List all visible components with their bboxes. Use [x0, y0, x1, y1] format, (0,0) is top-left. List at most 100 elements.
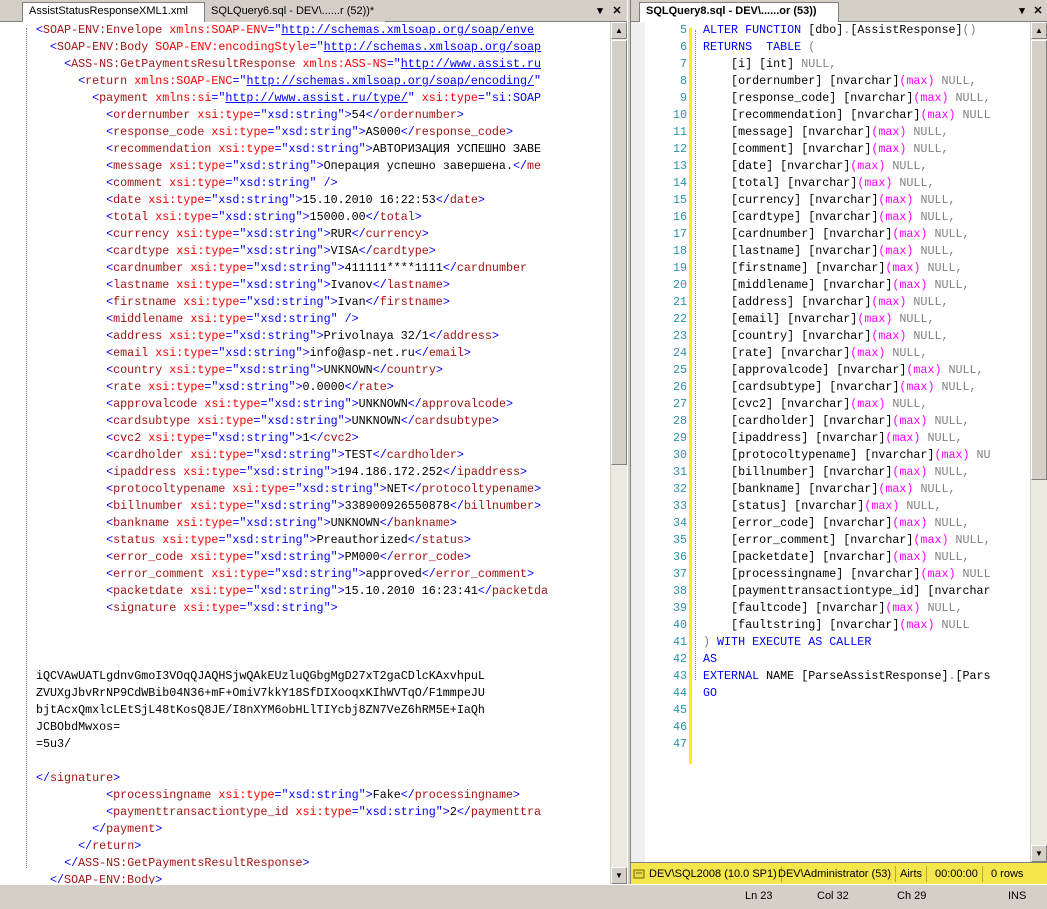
code-line[interactable]: </payment>: [36, 821, 548, 838]
code-line[interactable]: [message] [nvarchar](max) NULL,: [703, 124, 991, 141]
sql-editor[interactable]: 5 6 7 8 9 10 11 12 13 14 15 16 17 18 19 20 21 22 23 24 25 26 2…: [631, 22, 1047, 884]
vertical-scrollbar[interactable]: ▲ ▼: [610, 22, 627, 884]
tab-sqlquery6[interactable]: SQLQuery6.sql - DEV\......r (52))*: [205, 3, 385, 22]
scroll-thumb[interactable]: [611, 40, 627, 465]
code-line[interactable]: <return xmlns:SOAP-ENC="http://schemas.x…: [36, 73, 548, 90]
code-line[interactable]: [36, 651, 548, 668]
vertical-scrollbar[interactable]: ▲ ▼: [1030, 22, 1047, 862]
code-line[interactable]: <bankname xsi:type="xsd:string">UNKNOWN<…: [36, 515, 548, 532]
code-line[interactable]: </signature>: [36, 770, 548, 787]
code-line[interactable]: [protocoltypename] [nvarchar](max) NU: [703, 447, 991, 464]
scroll-thumb[interactable]: [1031, 40, 1047, 480]
code-line[interactable]: bjtAcxQmxlcLEtSjL48tKosQ8JE/I8nXYM6obHLl…: [36, 702, 548, 719]
chevron-down-icon[interactable]: ▾: [1015, 4, 1029, 18]
scroll-up-arrow-icon[interactable]: ▲: [1031, 22, 1047, 39]
scroll-down-arrow-icon[interactable]: ▼: [1031, 845, 1047, 862]
code-line[interactable]: <SOAP-ENV:Envelope xmlns:SOAP-ENV="http:…: [36, 22, 548, 39]
code-line[interactable]: [comment] [nvarchar](max) NULL,: [703, 141, 991, 158]
code-line[interactable]: ZVUXgJbvRrNP9CdWBib04N36+mF+OmiV7kkY18Sf…: [36, 685, 548, 702]
code-line[interactable]: [processingname] [nvarchar](max) NULL: [703, 566, 991, 583]
code-line[interactable]: [status] [nvarchar](max) NULL,: [703, 498, 991, 515]
code-line[interactable]: [36, 617, 548, 634]
close-icon[interactable]: ✕: [1031, 4, 1045, 18]
code-line[interactable]: [email] [nvarchar](max) NULL,: [703, 311, 991, 328]
code-line[interactable]: <SOAP-ENV:Body SOAP-ENV:encodingStyle="h…: [36, 39, 548, 56]
code-line[interactable]: <cvc2 xsi:type="xsd:string">1</cvc2>: [36, 430, 548, 447]
code-line[interactable]: [billnumber] [nvarchar](max) NULL,: [703, 464, 991, 481]
code-line[interactable]: [cvc2] [nvarchar](max) NULL,: [703, 396, 991, 413]
code-line[interactable]: <ordernumber xsi:type="xsd:string">54</o…: [36, 107, 548, 124]
code-line[interactable]: EXTERNAL NAME [ParseAssistResponse].[Par…: [703, 668, 991, 685]
tab-assist-status-response-xml[interactable]: AssistStatusResponseXML1.xml: [22, 2, 205, 23]
code-line[interactable]: <total xsi:type="xsd:string">15000.00</t…: [36, 209, 548, 226]
code-line[interactable]: [lastname] [nvarchar](max) NULL,: [703, 243, 991, 260]
code-line[interactable]: [packetdate] [nvarchar](max) NULL,: [703, 549, 991, 566]
scroll-up-arrow-icon[interactable]: ▲: [611, 22, 627, 39]
code-line[interactable]: <approvalcode xsi:type="xsd:string">UNKN…: [36, 396, 548, 413]
code-line[interactable]: <cardtype xsi:type="xsd:string">VISA</ca…: [36, 243, 548, 260]
code-line[interactable]: =5u3/: [36, 736, 548, 753]
code-line[interactable]: [date] [nvarchar](max) NULL,: [703, 158, 991, 175]
code-line[interactable]: <middlename xsi:type="xsd:string" />: [36, 311, 548, 328]
code-line[interactable]: [address] [nvarchar](max) NULL,: [703, 294, 991, 311]
code-line[interactable]: [cardholder] [nvarchar](max) NULL,: [703, 413, 991, 430]
code-line[interactable]: <address xsi:type="xsd:string">Privolnay…: [36, 328, 548, 345]
code-line[interactable]: [error_code] [nvarchar](max) NULL,: [703, 515, 991, 532]
code-line[interactable]: </return>: [36, 838, 548, 855]
code-line[interactable]: <response_code xsi:type="xsd:string">AS0…: [36, 124, 548, 141]
code-line[interactable]: [36, 634, 548, 651]
code-line[interactable]: ) WITH EXECUTE AS CALLER: [703, 634, 991, 651]
code-line[interactable]: </SOAP-ENV:Body>: [36, 872, 548, 884]
code-line[interactable]: <country xsi:type="xsd:string">UNKNOWN</…: [36, 362, 548, 379]
code-line[interactable]: <paymenttransactiontype_id xsi:type="xsd…: [36, 804, 548, 821]
code-line[interactable]: <error_comment xsi:type="xsd:string">app…: [36, 566, 548, 583]
code-line[interactable]: <email xsi:type="xsd:string">info@asp-ne…: [36, 345, 548, 362]
code-line[interactable]: <protocoltypename xsi:type="xsd:string">…: [36, 481, 548, 498]
code-line[interactable]: <cardholder xsi:type="xsd:string">TEST</…: [36, 447, 548, 464]
code-line[interactable]: [cardnumber] [nvarchar](max) NULL,: [703, 226, 991, 243]
code-line[interactable]: [currency] [nvarchar](max) NULL,: [703, 192, 991, 209]
code-line[interactable]: [total] [nvarchar](max) NULL,: [703, 175, 991, 192]
code-line[interactable]: [ordernumber] [nvarchar](max) NULL,: [703, 73, 991, 90]
xml-editor[interactable]: <SOAP-ENV:Envelope xmlns:SOAP-ENV="http:…: [0, 22, 627, 884]
code-line[interactable]: [rate] [nvarchar](max) NULL,: [703, 345, 991, 362]
code-line[interactable]: <currency xsi:type="xsd:string">RUR</cur…: [36, 226, 548, 243]
code-line[interactable]: AS: [703, 651, 991, 668]
sql-code[interactable]: ALTER FUNCTION [dbo].[AssistResponse]() R…: [703, 22, 991, 753]
code-line[interactable]: [bankname] [nvarchar](max) NULL,: [703, 481, 991, 498]
close-icon[interactable]: ✕: [610, 4, 624, 18]
code-line[interactable]: [703, 719, 991, 736]
code-line[interactable]: </ASS-NS:GetPaymentsResultResponse>: [36, 855, 548, 872]
code-line[interactable]: [firstname] [nvarchar](max) NULL,: [703, 260, 991, 277]
scroll-down-arrow-icon[interactable]: ▼: [611, 867, 627, 884]
code-line[interactable]: <signature xsi:type="xsd:string">: [36, 600, 548, 617]
code-line[interactable]: <date xsi:type="xsd:string">15.10.2010 1…: [36, 192, 548, 209]
code-line[interactable]: <processingname xsi:type="xsd:string">Fa…: [36, 787, 548, 804]
code-line[interactable]: GO: [703, 685, 991, 702]
code-line[interactable]: <rate xsi:type="xsd:string">0.0000</rate…: [36, 379, 548, 396]
code-line[interactable]: <cardsubtype xsi:type="xsd:string">UNKNO…: [36, 413, 548, 430]
code-line[interactable]: [i] [int] NULL,: [703, 56, 991, 73]
code-line[interactable]: <error_code xsi:type="xsd:string">PM000<…: [36, 549, 548, 566]
code-line[interactable]: [703, 736, 991, 753]
code-line[interactable]: [paymenttransactiontype_id] [nvarchar: [703, 583, 991, 600]
code-line[interactable]: <payment xmlns:si="http://www.assist.ru/…: [36, 90, 548, 107]
code-line[interactable]: <lastname xsi:type="xsd:string">Ivanov</…: [36, 277, 548, 294]
code-line[interactable]: [703, 702, 991, 719]
chevron-down-icon[interactable]: ▾: [593, 4, 607, 18]
code-line[interactable]: <cardnumber xsi:type="xsd:string">411111…: [36, 260, 548, 277]
code-line[interactable]: [cardsubtype] [nvarchar](max) NULL,: [703, 379, 991, 396]
code-line[interactable]: [approvalcode] [nvarchar](max) NULL,: [703, 362, 991, 379]
code-line[interactable]: JCBObdMwxos=: [36, 719, 548, 736]
code-line[interactable]: <firstname xsi:type="xsd:string">Ivan</f…: [36, 294, 548, 311]
code-line[interactable]: [ipaddress] [nvarchar](max) NULL,: [703, 430, 991, 447]
code-line[interactable]: <message xsi:type="xsd:string">Операция …: [36, 158, 548, 175]
code-line[interactable]: iQCVAwUATLgdnvGmoI3VOqQJAQHSjwQAkEUzluQG…: [36, 668, 548, 685]
code-line[interactable]: <comment xsi:type="xsd:string" />: [36, 175, 548, 192]
code-line[interactable]: [faultcode] [nvarchar](max) NULL,: [703, 600, 991, 617]
code-line[interactable]: <billnumber xsi:type="xsd:string">338900…: [36, 498, 548, 515]
code-line[interactable]: [error_comment] [nvarchar](max) NULL,: [703, 532, 991, 549]
code-line[interactable]: [middlename] [nvarchar](max) NULL,: [703, 277, 991, 294]
code-line[interactable]: ALTER FUNCTION [dbo].[AssistResponse](): [703, 22, 991, 39]
code-line[interactable]: [country] [nvarchar](max) NULL,: [703, 328, 991, 345]
